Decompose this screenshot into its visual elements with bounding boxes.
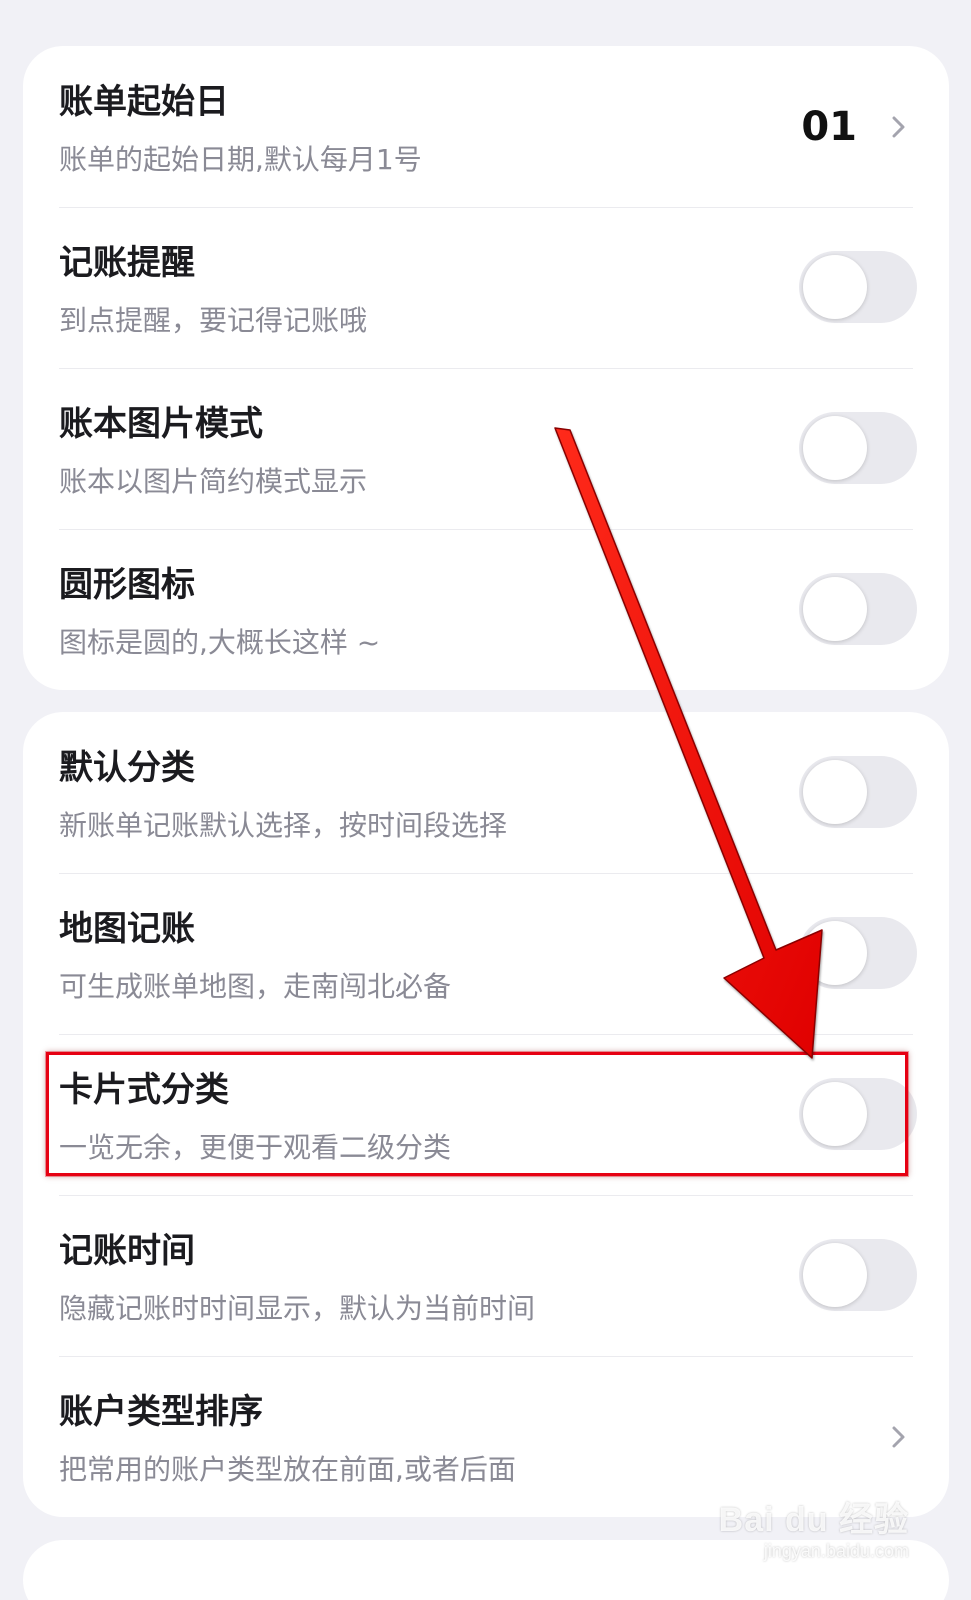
setting-subtitle: 一览无余，更便于观看二级分类 — [59, 1131, 452, 1164]
watermark-url: jingyan.baidu.com — [763, 1541, 909, 1561]
bill-start-day-value: 01 — [801, 104, 857, 150]
chevron-right-icon — [892, 1426, 905, 1448]
settings-card-2: 默认分类 新账单记账默认选择，按时间段选择 地图记账 可生成账单地图，走南闯北必… — [23, 712, 949, 1517]
ledger-image-mode-toggle[interactable] — [799, 412, 917, 484]
toggle-knob — [803, 255, 867, 319]
setting-title: 记账时间 — [59, 1231, 195, 1271]
setting-row-card-category: 卡片式分类 一览无余，更便于观看二级分类 — [23, 1034, 949, 1195]
setting-subtitle: 图标是圆的,大概长这样 ~ — [59, 626, 381, 659]
setting-title: 账户类型排序 — [59, 1392, 263, 1432]
toggle-knob — [803, 1082, 867, 1146]
setting-title: 账本图片模式 — [59, 404, 263, 444]
setting-subtitle: 账单的起始日期,默认每月1号 — [59, 143, 422, 176]
setting-title: 默认分类 — [59, 748, 195, 788]
bookkeeping-time-toggle[interactable] — [799, 1239, 917, 1311]
setting-row-default-category: 默认分类 新账单记账默认选择，按时间段选择 — [23, 712, 949, 873]
toggle-knob — [803, 921, 867, 985]
card-category-toggle[interactable] — [799, 1078, 917, 1150]
setting-subtitle: 到点提醒，要记得记账哦 — [59, 304, 368, 337]
setting-subtitle: 隐藏记账时时间显示，默认为当前时间 — [59, 1292, 536, 1325]
chevron-right-icon — [892, 116, 905, 138]
bookkeeping-reminder-toggle[interactable] — [799, 251, 917, 323]
setting-row-map-bookkeeping: 地图记账 可生成账单地图，走南闯北必备 — [23, 873, 949, 1034]
setting-row-round-icons: 圆形图标 图标是圆的,大概长这样 ~ — [23, 529, 949, 690]
setting-row-bookkeeping-time: 记账时间 隐藏记账时时间显示，默认为当前时间 — [23, 1195, 949, 1356]
setting-title: 账单起始日 — [59, 82, 229, 122]
watermark: Bai du 经验 jingyan.baidu.com — [719, 1492, 909, 1562]
setting-title: 卡片式分类 — [59, 1070, 229, 1110]
toggle-knob — [803, 760, 867, 824]
watermark-logo: Bai du 经验 — [718, 1501, 909, 1539]
setting-row-bookkeeping-reminder: 记账提醒 到点提醒，要记得记账哦 — [23, 207, 949, 368]
setting-subtitle: 账本以图片简约模式显示 — [59, 465, 368, 498]
map-bookkeeping-toggle[interactable] — [799, 917, 917, 989]
setting-title: 地图记账 — [59, 909, 195, 949]
toggle-knob — [803, 416, 867, 480]
setting-subtitle: 把常用的账户类型放在前面,或者后面 — [59, 1453, 516, 1486]
setting-subtitle: 新账单记账默认选择，按时间段选择 — [59, 809, 508, 842]
setting-title: 记账提醒 — [59, 243, 195, 283]
toggle-knob — [803, 577, 867, 641]
toggle-knob — [803, 1243, 867, 1307]
setting-subtitle: 可生成账单地图，走南闯北必备 — [59, 970, 452, 1003]
round-icons-toggle[interactable] — [799, 573, 917, 645]
default-category-toggle[interactable] — [799, 756, 917, 828]
settings-card-1: 账单起始日 账单的起始日期,默认每月1号 01 记账提醒 到点提醒，要记得记账哦… — [23, 46, 949, 690]
setting-row-ledger-image-mode: 账本图片模式 账本以图片简约模式显示 — [23, 368, 949, 529]
setting-row-bill-start-day[interactable]: 账单起始日 账单的起始日期,默认每月1号 01 — [23, 46, 949, 207]
setting-title: 圆形图标 — [59, 565, 195, 605]
